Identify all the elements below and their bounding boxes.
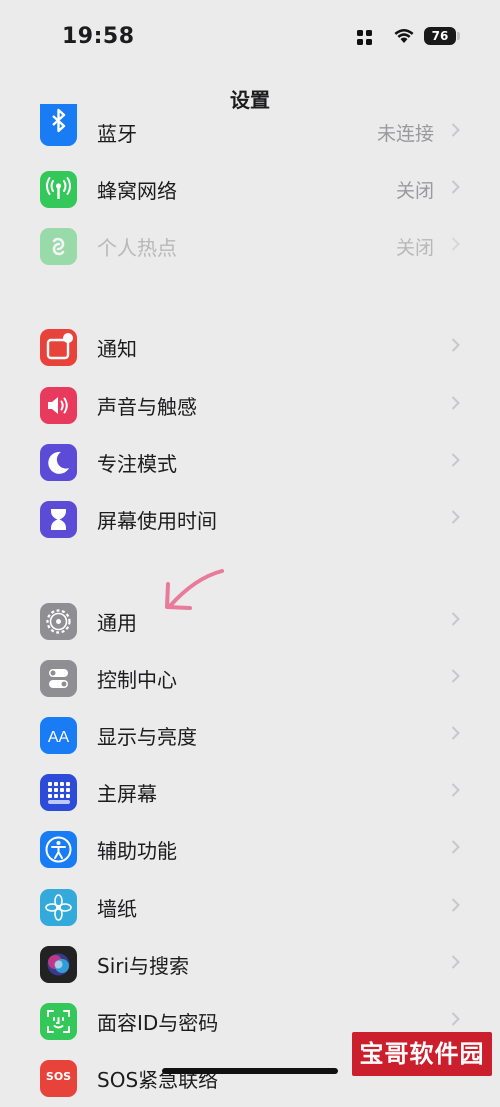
settings-row-label: 通知: [97, 337, 137, 361]
settings-row-value: 关闭: [395, 237, 434, 259]
settings-row-label: 主屏幕: [97, 782, 157, 806]
chevron-right-icon: [451, 510, 460, 524]
siri-icon: [40, 946, 77, 983]
settings-row-cellular[interactable]: 蜂窝网络 关闭: [0, 161, 500, 218]
settings-row-label: 辅助功能: [97, 839, 177, 863]
chevron-right-icon: [451, 612, 460, 626]
notifications-icon: [40, 329, 77, 366]
accessibility-icon: [40, 831, 77, 868]
cellular-signal-icon: [357, 30, 373, 46]
gear-icon: [40, 603, 77, 640]
home-indicator[interactable]: [162, 1068, 338, 1074]
wifi-icon: [394, 29, 414, 43]
battery-indicator: 76: [424, 27, 456, 45]
toggles-icon: [40, 660, 77, 697]
watermark-logo: 宝哥软件园: [352, 1032, 492, 1076]
face-id-icon: [40, 1003, 77, 1040]
wallpaper-flower-icon: [40, 889, 77, 926]
bluetooth-icon: [40, 104, 77, 146]
moon-icon: [40, 444, 77, 481]
chevron-right-icon: [451, 338, 460, 352]
status-time: 19:58: [62, 24, 135, 49]
settings-row-label: 显示与亮度: [97, 725, 197, 749]
chevron-right-icon: [451, 123, 460, 137]
settings-row-accessibility[interactable]: 辅助功能: [0, 821, 500, 878]
settings-row-label: 专注模式: [97, 452, 177, 476]
settings-row-display-brightness[interactable]: AA 显示与亮度: [0, 707, 500, 764]
chevron-right-icon: [451, 898, 460, 912]
settings-row-general[interactable]: 通用: [0, 593, 500, 650]
settings-row-label: 墙纸: [97, 897, 137, 921]
chevron-right-icon: [451, 726, 460, 740]
settings-row-label: 个人热点: [97, 236, 177, 260]
sos-icon: SOS: [40, 1060, 77, 1097]
settings-row-notifications[interactable]: 通知: [0, 319, 500, 376]
settings-row-label: Siri与搜索: [97, 954, 190, 978]
chevron-right-icon: [451, 669, 460, 683]
chevron-right-icon: [451, 783, 460, 797]
settings-row-wallpaper[interactable]: 墙纸: [0, 879, 500, 936]
sos-icon-text: SOS: [45, 1070, 72, 1083]
chevron-right-icon: [451, 1012, 460, 1026]
settings-row-siri-search[interactable]: Siri与搜索: [0, 936, 500, 993]
speaker-icon: [40, 387, 77, 424]
settings-row-home-screen[interactable]: 主屏幕: [0, 764, 500, 821]
hourglass-icon: [40, 501, 77, 538]
settings-row-sounds-haptics[interactable]: 声音与触感: [0, 377, 500, 434]
settings-row-label: 蜂窝网络: [97, 179, 177, 203]
chevron-right-icon: [451, 237, 460, 251]
settings-row-label: 通用: [97, 611, 137, 635]
battery-cap: [457, 32, 460, 40]
chevron-right-icon: [451, 396, 460, 410]
cellular-antenna-icon: [40, 171, 77, 208]
home-screen-grid-icon: [40, 774, 77, 811]
settings-row-label: 控制中心: [97, 668, 177, 692]
settings-row-label: 面容ID与密码: [97, 1011, 219, 1035]
chevron-right-icon: [451, 955, 460, 969]
settings-row-label: 蓝牙: [97, 122, 137, 146]
settings-row-value: 关闭: [395, 180, 434, 202]
svg-text:AA: AA: [48, 729, 70, 746]
status-bar: 19:58 76: [0, 0, 500, 70]
settings-row-value: 未连接: [376, 123, 434, 145]
settings-row-personal-hotspot[interactable]: 个人热点 关闭: [0, 218, 500, 275]
personal-hotspot-icon: [40, 228, 77, 265]
settings-row-screen-time[interactable]: 屏幕使用时间: [0, 491, 500, 548]
settings-row-focus[interactable]: 专注模式: [0, 434, 500, 491]
chevron-right-icon: [451, 453, 460, 467]
text-size-icon: AA: [40, 717, 77, 754]
chevron-right-icon: [451, 180, 460, 194]
settings-row-label: 屏幕使用时间: [97, 509, 217, 533]
settings-row-label: 声音与触感: [97, 395, 197, 419]
chevron-right-icon: [451, 840, 460, 854]
settings-row-bluetooth[interactable]: 蓝牙 未连接: [0, 104, 500, 161]
settings-row-control-center[interactable]: 控制中心: [0, 650, 500, 707]
